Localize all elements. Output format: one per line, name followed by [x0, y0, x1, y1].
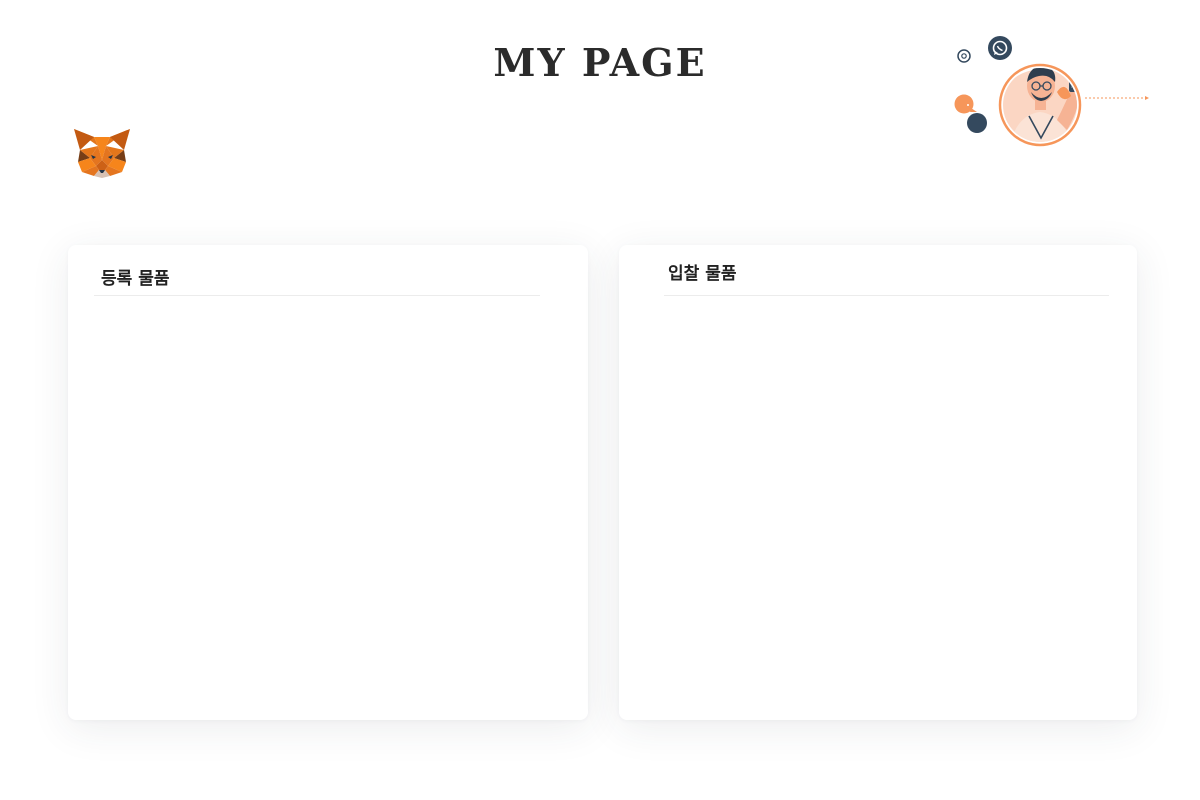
bid-items-title: 입찰 물품	[668, 264, 737, 284]
bid-items-list	[645, 305, 1111, 700]
registered-items-panel: 등록 물품	[68, 245, 588, 720]
metamask-fox-icon[interactable]	[72, 128, 132, 180]
bid-items-panel: 입찰 물품	[619, 245, 1137, 720]
whatsapp-icon	[988, 36, 1012, 60]
registered-items-title: 등록 물품	[101, 269, 170, 289]
fox-graphic	[74, 129, 130, 178]
panel-divider	[94, 295, 540, 296]
person-with-phone-illustration	[945, 30, 1155, 155]
at-sign-icon	[957, 49, 971, 63]
registered-items-list	[94, 305, 562, 700]
my-page: MY PAGE 등록 물품 입찰 물품	[0, 0, 1200, 800]
panel-divider	[664, 295, 1109, 296]
